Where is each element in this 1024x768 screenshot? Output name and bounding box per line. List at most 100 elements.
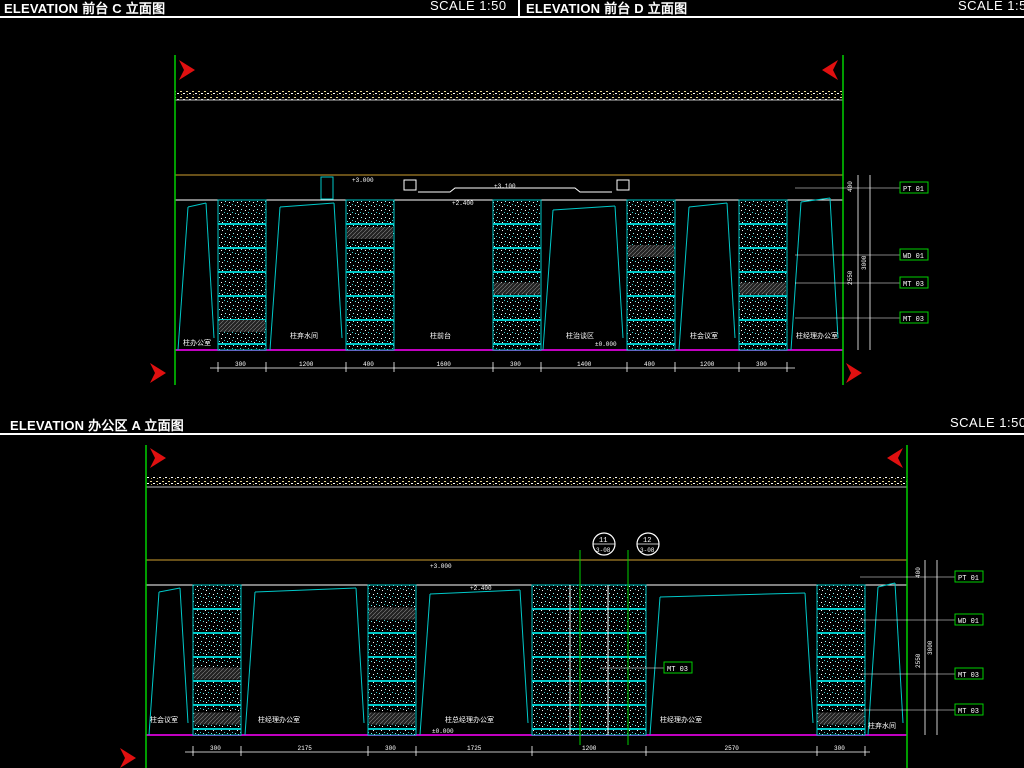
glass-panel-line [187,202,207,208]
glass-panel-line [519,589,529,724]
room-label: 柱经理办公室 [796,331,838,340]
level-label: +2.400 [470,585,492,592]
room-label: 柱会议室 [150,715,178,724]
material-tag-label: MT 03 [903,281,924,289]
column-hatch-band [818,712,864,725]
level-label: +3.000 [430,563,452,570]
column-hatch-band [347,227,393,239]
cad-drawing: +3.000+2.400±0.000+3.100柱办公室柱弃水间 柱前台 柱治谈区柱… [120,55,984,768]
column-hatch-band [494,282,540,295]
callout-number: 12 [643,537,651,545]
dimension-label: 300 [385,745,396,752]
callout-sheet: 3-08 [596,547,611,554]
glass-panel-line [867,586,879,736]
dimension-label: 1200 [582,745,597,752]
dimension-label: 300 [834,745,845,752]
fixture [320,176,334,200]
elevation-marker-icon [150,363,166,383]
level-label: ±0.000 [432,728,454,735]
elevation-marker-icon [822,60,838,80]
column-hatch-band [740,282,786,295]
elevation-marker-icon [887,448,903,468]
room-label: 柱会议室 [690,331,718,340]
material-tag-label: PT 01 [903,186,924,194]
glass-panel-line [542,209,554,351]
level-label: +3.000 [352,177,374,184]
slab-band [175,90,843,100]
glass-panel-line [790,201,802,351]
glass-panel-line [254,587,357,593]
elevation-marker-icon [846,363,862,383]
room-label: 柱经理办公室 [660,715,702,724]
dimension-label: 300 [210,745,221,752]
slab-band [146,477,907,487]
column-hatch-band [628,245,674,257]
dimension-label: 3000 [861,255,868,270]
dimension-label: 400 [847,181,854,192]
room-label: 柱前台 [430,331,451,340]
room-label: 柱经理办公室 [258,715,300,724]
dimension-label: 1200 [700,361,715,368]
dimension-label: 1200 [299,361,314,368]
glass-panel-line [678,206,690,351]
glass-panel-line [804,592,814,724]
room-label: 柱办公室 [183,338,211,347]
dimension-label: 1725 [467,745,482,752]
glass-panel-line [614,205,624,339]
light-fixture-icon [403,179,417,191]
dimension-label: 2550 [915,653,922,668]
light-fixture-icon [616,179,630,191]
glass-panel-line [205,202,215,339]
column-hatch-band [194,712,240,725]
material-tag-label: WD 01 [958,618,979,626]
dimension-label: 400 [644,361,655,368]
glass-panel-line [148,591,160,736]
glass-panel-line [688,202,728,208]
dimension-label: 400 [363,361,374,368]
glass-panel-line [552,205,616,211]
elevation-marker-icon [120,748,136,768]
material-tag-label: WD 01 [903,253,924,261]
glass-panel-line [177,206,189,351]
column-hatch-band [194,667,240,680]
glass-panel-line [419,593,431,736]
column-5 [738,199,788,351]
glass-panel-line [829,197,839,339]
material-tag-label: MT 03 [958,708,979,716]
glass-panel-line [179,587,189,724]
dimension-label: 1400 [577,361,592,368]
glass-panel-line [649,596,661,736]
level-label: +2.400 [452,200,474,207]
column-hatch-band [219,320,265,332]
glass-panel-line [269,206,281,351]
room-label: 柱治谈区 [566,331,594,340]
glass-panel-line [659,592,806,598]
dimension-label: 400 [915,567,922,578]
elevation-marker-icon [150,448,166,468]
column-wide [531,584,647,736]
glass-panel-line [158,587,181,593]
material-tag-label: PT 01 [958,575,979,583]
level-label: ±0.000 [595,341,617,348]
column-3 [492,199,542,351]
dimension-label: 300 [756,361,767,368]
column-2 [345,199,395,351]
dimension-label: 300 [235,361,246,368]
column-hatch-band [369,607,415,620]
glass-panel-line [726,202,736,339]
column-4 [626,199,676,351]
elevation-marker-icon [179,60,195,80]
column-hatch-band [369,712,415,725]
level-label: +3.100 [494,183,516,190]
dimension-label: 300 [510,361,521,368]
material-tag-label: MT 03 [958,672,979,680]
dimension-label: 2570 [725,745,740,752]
callout-number: 11 [599,537,607,545]
glass-panel-line [894,582,904,724]
material-tag-label: MT 03 [903,316,924,324]
room-label: 柱弃水间 [290,331,318,340]
material-tag-label: MT 03 [667,666,688,674]
glass-panel-line [355,587,365,724]
elevation-c-drawing: +3.000 +2.400 ±0.000 +3.100 柱办公室 柱弃水间 柱前台 柱治谈区 柱… [150,55,929,385]
callout-sheet: 3-08 [640,547,655,554]
